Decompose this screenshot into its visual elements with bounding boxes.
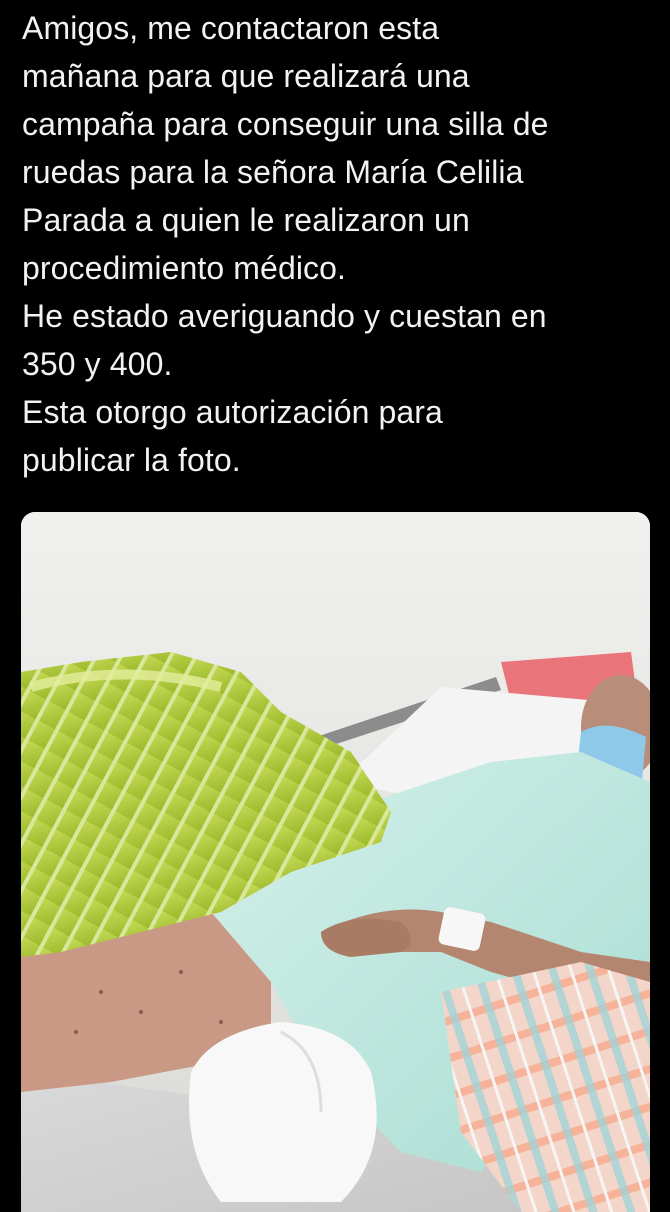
post-photo[interactable]: [21, 512, 650, 1212]
post-text-line: publicar la foto.: [22, 442, 241, 478]
post-text-line: Esta otorgo autorización para: [22, 394, 443, 430]
bandage: [189, 1022, 377, 1202]
post-text-line: Parada a quien le realizaron un: [22, 202, 470, 238]
post-text: Amigos, me contactaron esta mañana para …: [22, 4, 652, 484]
post-text-line: procedimiento médico.: [22, 250, 347, 286]
post-text-line: Amigos, me contactaron esta: [22, 10, 440, 46]
post-text-line: mañana para que realizará una: [22, 58, 470, 94]
post-text-line: campaña para conseguir una silla de: [22, 106, 549, 142]
post-text-line: ruedas para la señora María Celilia: [22, 154, 524, 190]
post-text-line: 350 y 400.: [22, 346, 173, 382]
post-text-line: He estado averiguando y cuestan en: [22, 298, 547, 334]
hospital-bed-photo: [21, 512, 650, 1212]
